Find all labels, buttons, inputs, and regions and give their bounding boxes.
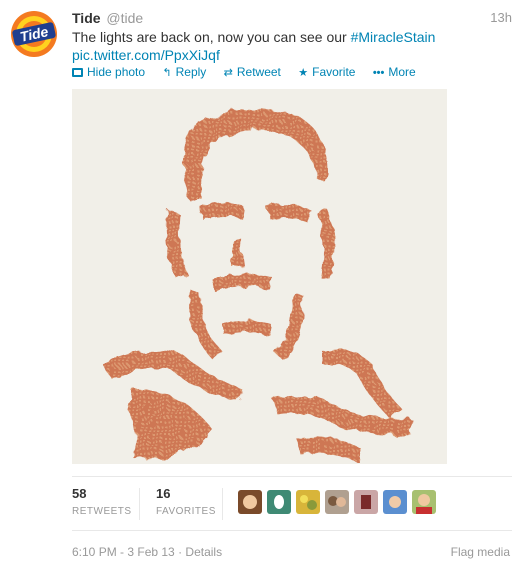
tweet-card: Tide Tide @tide 13h The lights are back …: [0, 0, 518, 570]
tweet-header: Tide @tide 13h: [72, 9, 512, 27]
retweets-count: 58: [72, 486, 87, 501]
reply-label: Reply: [175, 65, 207, 79]
favorites-stat[interactable]: 16 FAVORITES: [156, 486, 216, 520]
tide-logo-icon: Tide: [10, 10, 58, 58]
retweet-icon: ⇄: [223, 67, 233, 79]
photo-icon: [72, 68, 83, 77]
retweet-label: Retweet: [236, 65, 281, 79]
favoriter-avatar[interactable]: [412, 490, 436, 514]
favoriter-avatar[interactable]: [383, 490, 407, 514]
hide-photo-label: Hide photo: [87, 65, 146, 79]
stats-divider-top: [72, 476, 512, 477]
favoriter-avatar[interactable]: [325, 490, 349, 514]
stain-portrait-image: [72, 89, 447, 464]
star-icon: ★: [298, 67, 309, 79]
tweet-time[interactable]: 13h: [490, 9, 512, 27]
tweet-text: The lights are back on, now you can see …: [72, 28, 492, 64]
favorite-label: Favorite: [312, 65, 356, 79]
tide-logo-avatar[interactable]: Tide: [10, 10, 58, 58]
details-link[interactable]: Details: [185, 545, 222, 559]
favoriter-avatar[interactable]: [296, 490, 320, 514]
more-icon: •••: [372, 67, 385, 79]
tweet-actions: Hide photo ↰ Reply ⇄ Retweet ★ Favorite •••…: [72, 63, 430, 81]
more-action[interactable]: ••• More: [373, 63, 416, 82]
tweet-footer: 6:10 PM - 3 Feb 13 · Details Flag media: [72, 544, 512, 560]
more-label: More: [388, 65, 416, 79]
hashtag-link[interactable]: #MiracleStain: [351, 29, 436, 45]
tweet-timestamp[interactable]: 6:10 PM - 3 Feb 13: [72, 545, 175, 559]
favoriter-avatar[interactable]: [354, 490, 378, 514]
media-link[interactable]: pic.twitter.com/PpxXiJqf: [72, 47, 220, 63]
reply-icon: ↰: [162, 67, 172, 79]
favoriter-avatar[interactable]: [267, 490, 291, 514]
tweet-photo[interactable]: [72, 89, 447, 464]
footer-separator: ·: [174, 545, 186, 559]
hide-photo-action[interactable]: Hide photo: [72, 63, 145, 81]
tweet-text-body: The lights are back on, now you can see …: [72, 29, 351, 45]
favoriter-avatar[interactable]: [238, 490, 262, 514]
retweets-label: RETWEETS: [72, 506, 132, 517]
favorites-count: 16: [156, 486, 171, 501]
retweet-action[interactable]: ⇄ Retweet: [224, 63, 281, 82]
stats-separator: [139, 488, 140, 520]
flag-media-link[interactable]: Flag media: [451, 544, 510, 560]
user-handle[interactable]: @tide: [106, 10, 143, 26]
retweets-stat[interactable]: 58 RETWEETS: [72, 486, 132, 520]
reply-action[interactable]: ↰ Reply: [162, 63, 206, 82]
stats-separator: [222, 488, 223, 520]
user-name[interactable]: Tide: [72, 10, 101, 26]
favorite-action[interactable]: ★ Favorite: [298, 63, 355, 82]
stats-divider-bottom: [72, 530, 512, 531]
favorites-label: FAVORITES: [156, 506, 216, 517]
